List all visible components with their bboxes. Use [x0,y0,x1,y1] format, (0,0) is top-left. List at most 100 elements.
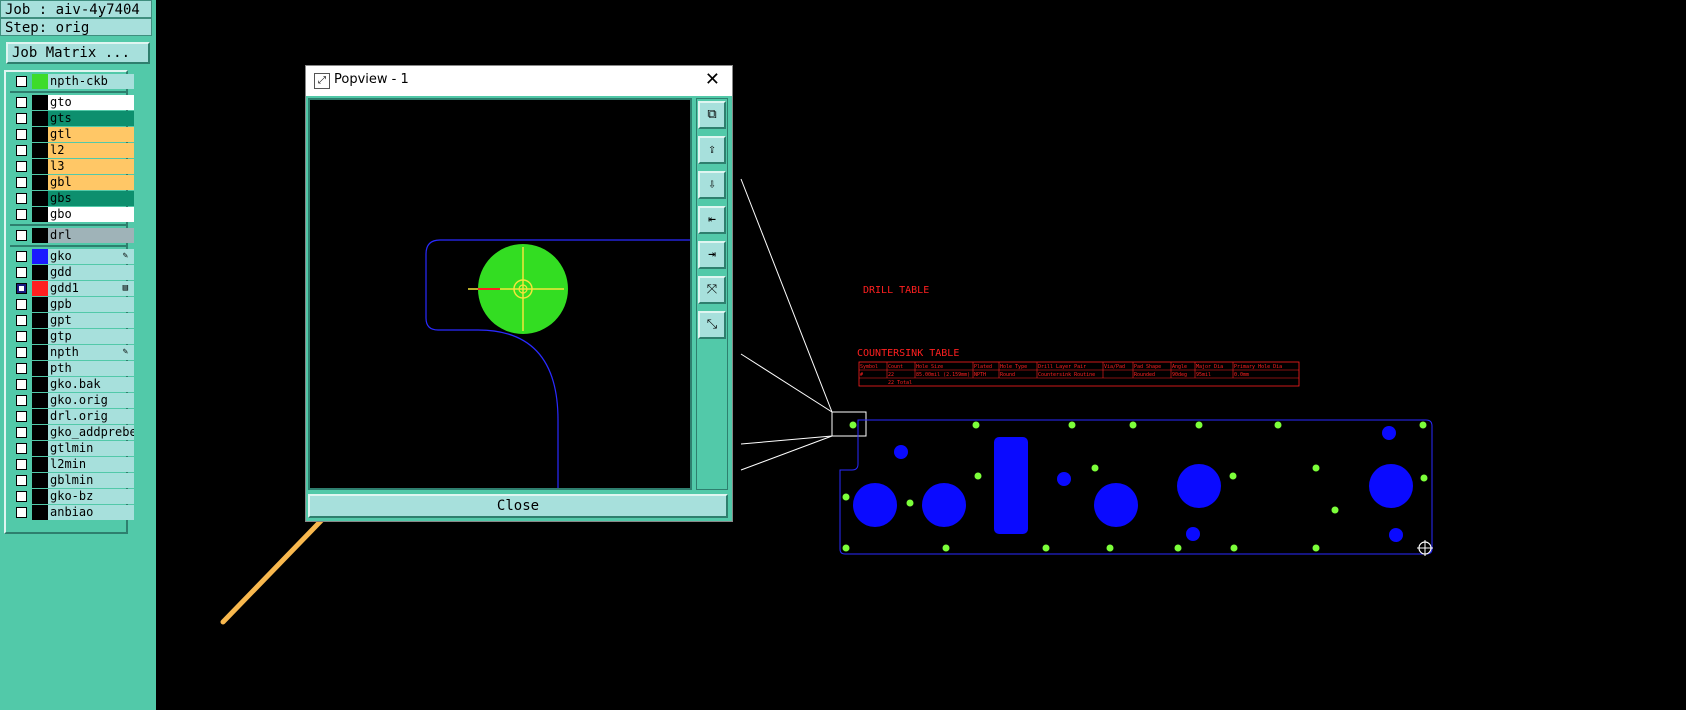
layer-color-swatch[interactable] [32,505,48,520]
layer-color-swatch[interactable] [32,457,48,472]
layer-row[interactable]: l2 [10,143,134,158]
layer-row[interactable]: gko ✎ [10,249,134,264]
zoom-window-icon[interactable]: ⧉ [698,101,726,129]
layer-name[interactable]: gblmin [48,473,134,488]
layer-name[interactable]: gts [48,111,134,126]
layer-checkbox[interactable] [16,209,27,220]
layer-color-swatch[interactable] [32,207,48,222]
layer-row[interactable]: gbs [10,191,134,206]
layer-checkbox[interactable] [16,507,27,518]
layer-row[interactable]: anbiao [10,505,134,520]
layer-checkbox[interactable] [16,145,27,156]
layer-name[interactable]: gbo [48,207,134,222]
layer-color-swatch[interactable] [32,159,48,174]
layer-name[interactable]: gbl [48,175,134,190]
layer-row[interactable]: gblmin [10,473,134,488]
layer-row[interactable]: npth ✎ [10,345,134,360]
layer-checkbox[interactable] [16,76,27,87]
layer-checkbox[interactable] [16,267,27,278]
layer-color-swatch[interactable] [32,425,48,440]
layer-name[interactable]: gtlmin [48,441,134,456]
layer-checkbox[interactable] [16,331,27,342]
layer-row[interactable]: gbo [10,207,134,222]
layer-row[interactable]: pth [10,361,134,376]
layer-name[interactable]: gko-bz [48,489,134,504]
layer-row[interactable]: gtlmin [10,441,134,456]
layer-row[interactable]: gko.bak [10,377,134,392]
layer-color-swatch[interactable] [32,281,48,296]
layer-color-swatch[interactable] [32,361,48,376]
layer-checkbox[interactable] [16,347,27,358]
layer-row[interactable]: drl.orig [10,409,134,424]
job-matrix-button[interactable]: Job Matrix ... [6,42,150,64]
layer-row[interactable]: drl [10,228,134,243]
layer-row[interactable]: npth-ckb [10,74,134,89]
layer-color-swatch[interactable] [32,489,48,504]
layer-color-swatch[interactable] [32,473,48,488]
layer-name[interactable]: drl.orig [48,409,134,424]
layer-name[interactable]: l2 [48,143,134,158]
layer-checkbox[interactable] [16,283,27,294]
layer-name[interactable]: gtp [48,329,134,344]
close-button[interactable]: Close [308,494,728,518]
layer-checkbox[interactable] [16,230,27,241]
layer-row[interactable]: gko_addprebe [10,425,134,440]
layer-row[interactable]: gbl [10,175,134,190]
layer-name[interactable]: npth [48,345,134,360]
layer-checkbox[interactable] [16,443,27,454]
layer-name[interactable]: gko_addprebe [48,425,134,440]
layer-color-swatch[interactable] [32,329,48,344]
layer-checkbox[interactable] [16,193,27,204]
layer-color-swatch[interactable] [32,377,48,392]
layer-color-swatch[interactable] [32,127,48,142]
zoom-out-icon[interactable]: ⤡ [698,311,726,339]
layer-color-swatch[interactable] [32,297,48,312]
layer-color-swatch[interactable] [32,393,48,408]
layer-color-swatch[interactable] [32,191,48,206]
layer-name[interactable]: npth-ckb [48,74,134,89]
layer-row[interactable]: gpt [10,313,134,328]
pan-down-icon[interactable]: ⇩ [698,171,726,199]
layer-name[interactable]: gdd1 [48,281,134,296]
layer-checkbox[interactable] [16,395,27,406]
layer-name[interactable]: gko.bak [48,377,134,392]
layer-color-swatch[interactable] [32,111,48,126]
layer-row[interactable]: gko.orig [10,393,134,408]
layer-row[interactable]: gto [10,95,134,110]
layer-checkbox[interactable] [16,379,27,390]
layer-color-swatch[interactable] [32,175,48,190]
layer-checkbox[interactable] [16,129,27,140]
layer-row[interactable]: l2min [10,457,134,472]
layer-row[interactable]: gdd1 ▤ [10,281,134,296]
layer-name[interactable]: gdd [48,265,134,280]
zoom-in-icon[interactable]: ⤧ [698,276,726,304]
layer-checkbox[interactable] [16,299,27,310]
layer-checkbox[interactable] [16,459,27,470]
layer-row[interactable]: gtl [10,127,134,142]
layer-checkbox[interactable] [16,475,27,486]
layer-checkbox[interactable] [16,411,27,422]
layer-checkbox[interactable] [16,161,27,172]
layer-row[interactable]: gdd [10,265,134,280]
pan-up-icon[interactable]: ⇪ [698,136,726,164]
pan-left-icon[interactable]: ⇤ [698,206,726,234]
layer-color-swatch[interactable] [32,313,48,328]
layer-row[interactable]: l3 [10,159,134,174]
layer-row[interactable]: gtp [10,329,134,344]
layer-name[interactable]: gbs [48,191,134,206]
layer-name[interactable]: l2min [48,457,134,472]
layer-color-swatch[interactable] [32,441,48,456]
close-icon[interactable]: ✕ [705,69,720,90]
layer-name[interactable]: drl [48,228,134,243]
layer-color-swatch[interactable] [32,249,48,264]
layer-checkbox[interactable] [16,177,27,188]
layer-color-swatch[interactable] [32,409,48,424]
layer-name[interactable]: gko.orig [48,393,134,408]
layer-name[interactable]: gpb [48,297,134,312]
layer-checkbox[interactable] [16,97,27,108]
layer-checkbox[interactable] [16,113,27,124]
layer-color-swatch[interactable] [32,143,48,158]
layer-name[interactable]: gto [48,95,134,110]
layer-name[interactable]: l3 [48,159,134,174]
layer-row[interactable]: gts [10,111,134,126]
